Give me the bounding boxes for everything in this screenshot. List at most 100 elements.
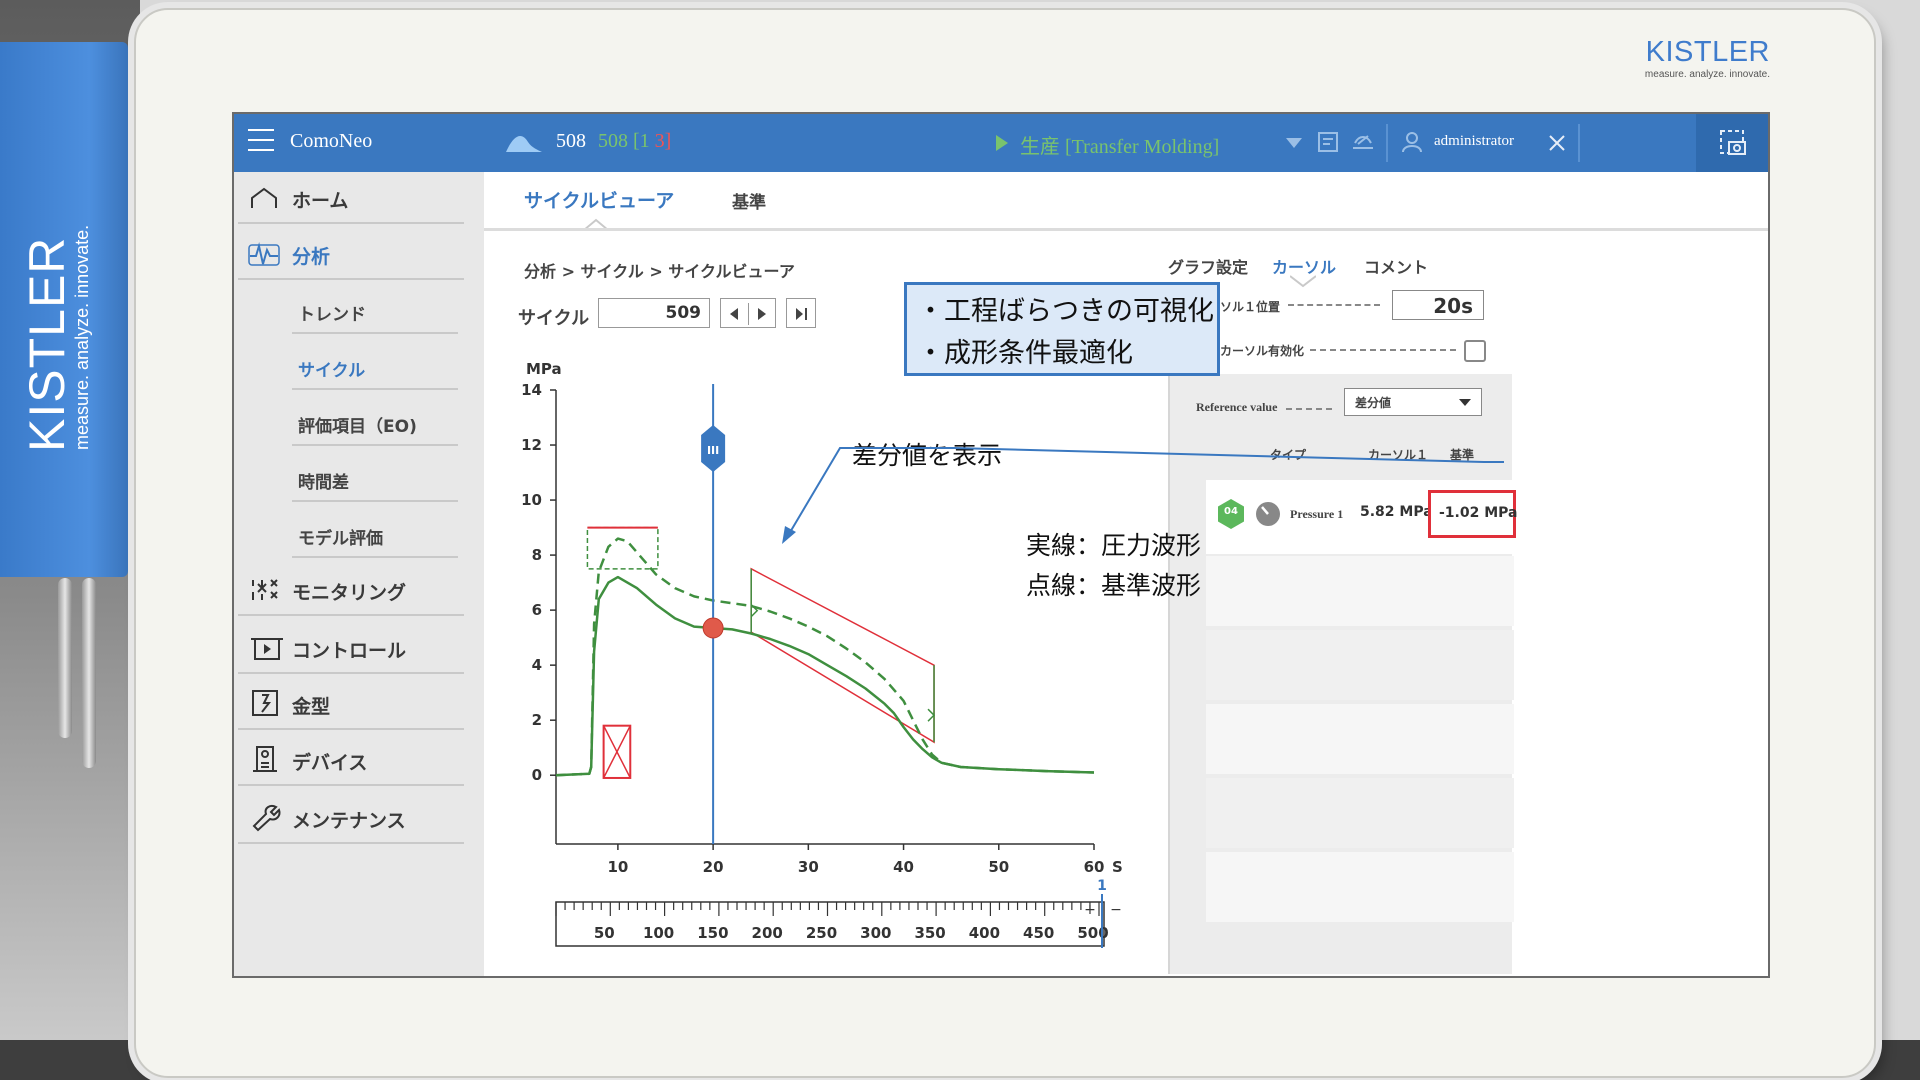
nav-analysis-label: 分析	[292, 246, 331, 268]
home-icon	[251, 187, 277, 208]
nav-model-eval-label: モデル評価	[298, 529, 383, 549]
nav-home[interactable]: ホーム	[238, 172, 464, 224]
col-cursor1: カーソル１	[1368, 448, 1429, 462]
reference-label: Reference value	[1196, 400, 1278, 414]
nav-maintenance-label: メンテナンス	[292, 810, 406, 832]
cycle-current: 508	[556, 130, 586, 152]
nav-trend[interactable]: トレンド	[292, 286, 458, 334]
y-tick-label: 6	[532, 601, 542, 619]
nav-mold-label: 金型	[292, 696, 331, 718]
nav-device[interactable]: デバイス	[238, 734, 464, 786]
channel-name: Pressure 1	[1290, 507, 1344, 521]
scale-tick-label: 300	[860, 924, 891, 942]
y-tick-label: 0	[532, 766, 542, 784]
no-pass-cross	[602, 725, 631, 779]
monitoring-icon	[252, 579, 278, 600]
envelope-exit-chevron	[927, 708, 936, 722]
topbar-divider-2	[1578, 124, 1580, 162]
device-icon	[253, 746, 277, 772]
cycle-info-red: 3]	[654, 130, 672, 152]
cursor2-leader	[1310, 349, 1456, 351]
report-icon[interactable]	[1316, 130, 1340, 154]
scale-tick-label: 450	[1023, 924, 1054, 942]
tab-reference[interactable]: 基準	[732, 188, 766, 213]
y-axis-unit: MPa	[526, 360, 562, 378]
nav-analysis[interactable]: 分析	[238, 228, 464, 280]
close-session-icon[interactable]	[1548, 134, 1566, 152]
table-row-empty-2	[1206, 630, 1514, 700]
app-name: ComoNeo	[290, 130, 373, 152]
next-cycle-icon[interactable]	[755, 307, 769, 321]
cycle-input[interactable]: 509	[598, 298, 710, 328]
reference-diff-value: -1.02 MPa	[1428, 490, 1518, 538]
reference-select[interactable]: 差分値	[1344, 388, 1482, 416]
table-row[interactable]: 04 Pressure 1 5.82 MPa -1.02 MPa	[1206, 480, 1518, 554]
channel-badge: 04	[1224, 506, 1238, 517]
mode-dropdown-icon[interactable]	[1284, 136, 1304, 150]
prev-cycle-icon[interactable]	[727, 307, 741, 321]
y-tick-label: 2	[532, 711, 542, 729]
pipe-1	[58, 578, 72, 738]
app-screen: ComoNeo 508 508 [1 3] 生産 [Transfer Moldi…	[232, 112, 1770, 978]
tab-cycle-viewer[interactable]: サイクルビューア	[524, 186, 674, 213]
highlight-callout: ・工程ばらつきの可視化 ・成形条件最適化	[904, 282, 1220, 376]
nav-monitoring[interactable]: モニタリング	[238, 564, 464, 616]
side-brand-tagline: measure. analyze. innovate.	[72, 224, 92, 450]
nav-control[interactable]: コントロール	[238, 622, 464, 674]
callout-line-1: ・工程ばらつきの可視化	[917, 296, 1214, 327]
signal-icon[interactable]	[1350, 130, 1376, 154]
right-tabs: グラフ設定 カーソル コメント	[1168, 228, 1512, 280]
tab-graph-settings[interactable]: グラフ設定	[1168, 254, 1248, 278]
scale-tick-label: 100	[643, 924, 674, 942]
tab-comment[interactable]: コメント	[1364, 254, 1428, 278]
scale-tick-label: 500	[1077, 924, 1108, 942]
tab-underline	[484, 228, 1768, 231]
cursor1-leader	[1288, 304, 1380, 306]
main-area: サイクルビューア 基準 分析 > サイクル > サイクルビューア サイクル 50…	[484, 172, 1768, 976]
tablet-brand-tagline: measure. analyze. innovate.	[1644, 69, 1770, 80]
cursor2-checkbox[interactable]	[1464, 340, 1486, 362]
nav-control-label: コントロール	[292, 640, 407, 662]
pipe-2	[82, 578, 96, 768]
chevron-down-icon	[1459, 399, 1471, 406]
analysis-icon	[248, 242, 280, 266]
screenshot-button[interactable]	[1696, 114, 1768, 172]
scale-tick-label: 200	[752, 924, 783, 942]
nav-eo[interactable]: 評価項目（EO)	[292, 398, 458, 446]
cursor-marker	[702, 617, 724, 639]
sidebar: ホーム 分析 トレンド サイクル 評価項目（EO) 時間差 モデル評価 モニタリ…	[234, 172, 484, 976]
cursor1-value: 5.82 MPa	[1360, 504, 1433, 520]
cycle-info-text: 508 [1	[598, 130, 650, 152]
topbar-divider	[1386, 124, 1388, 162]
reference-window-box	[586, 526, 659, 570]
screenshot-icon	[1720, 130, 1746, 155]
side-brand-panel: KISTLER measure. analyze. innovate.	[0, 42, 128, 577]
nav-maintenance[interactable]: メンテナンス	[238, 792, 464, 844]
nav-eo-label: 評価項目（EO)	[298, 417, 417, 437]
cycle-info: 508 [1 3]	[598, 130, 671, 153]
zoom-out-button: −	[1110, 902, 1122, 918]
cycle-range-scale[interactable]: 50 100 150 200 250 300 350 400 450 500 1+ −	[544, 872, 1144, 952]
nav-cycle[interactable]: サイクル	[292, 342, 458, 390]
cursor1-input[interactable]: 20s	[1392, 290, 1484, 320]
scale-tick-label: 350	[914, 924, 945, 942]
reference-waveform-line	[555, 537, 1095, 777]
nav-time-diff[interactable]: 時間差	[292, 454, 458, 502]
y-tick-label: 4	[532, 656, 542, 674]
y-tick-label: 14	[521, 381, 542, 399]
nav-model-eval[interactable]: モデル評価	[292, 510, 458, 558]
panel-pointer-icon	[1290, 275, 1316, 288]
y-tick-label: 10	[521, 491, 542, 509]
nav-trend-label: トレンド	[298, 305, 366, 325]
side-brand-logo: KISTLER	[19, 236, 75, 452]
table-row-empty-1	[1206, 556, 1514, 626]
production-mode: 生産 [Transfer Molding]	[1020, 136, 1220, 158]
nav-mold[interactable]: 金型	[238, 678, 464, 730]
play-icon[interactable]	[994, 133, 1010, 153]
hamburger-menu-icon[interactable]	[248, 129, 274, 151]
y-tick-label: 12	[521, 436, 542, 454]
user-icon[interactable]	[1400, 130, 1424, 154]
skip-end-icon	[796, 308, 807, 320]
last-cycle-button[interactable]	[786, 298, 816, 328]
scale-tick-label: 400	[969, 924, 1000, 942]
